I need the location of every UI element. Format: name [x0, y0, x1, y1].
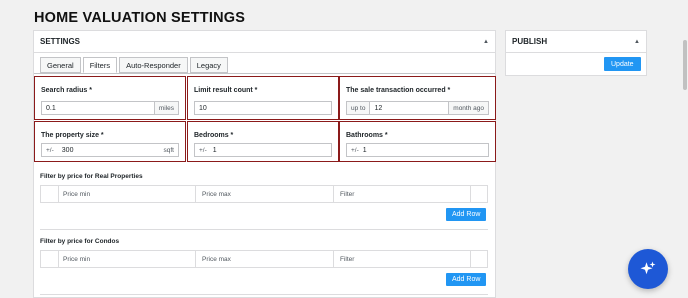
caret-up-icon[interactable]: ▲: [634, 39, 640, 45]
page-title: HOME VALUATION SETTINGS: [34, 10, 246, 26]
limit-result-field[interactable]: 10: [194, 101, 332, 115]
sale-transaction-label: The sale transaction occurred *: [346, 87, 451, 94]
settings-tabs: General Filters Auto-Responder Legacy: [40, 57, 228, 73]
scrollbar-thumb[interactable]: [683, 40, 687, 90]
search-radius-group: Search radius * 0.1 miles: [34, 76, 186, 120]
section-divider: [40, 229, 488, 230]
update-button[interactable]: Update: [604, 57, 641, 71]
property-size-unit: sqft: [159, 144, 178, 156]
table-actions-cell: [471, 186, 487, 202]
tab-auto-responder[interactable]: Auto-Responder: [119, 57, 188, 73]
column-price-min: Price min: [59, 251, 196, 267]
limit-result-group: Limit result count * 10: [187, 76, 339, 120]
tabs-divider: [34, 73, 495, 74]
search-radius-value[interactable]: 0.1: [42, 105, 154, 112]
limit-result-label: Limit result count *: [194, 87, 258, 94]
bathrooms-prefix: +/-: [351, 146, 359, 154]
sparkle-icon: [640, 261, 656, 275]
search-radius-label: Search radius *: [41, 87, 92, 94]
property-size-prefix: +/-: [46, 146, 54, 154]
caret-up-icon[interactable]: ▲: [483, 39, 489, 45]
bedrooms-label: Bedrooms *: [194, 132, 234, 139]
bathrooms-value[interactable]: 1: [359, 147, 488, 154]
assistant-fab-button[interactable]: [628, 249, 668, 289]
bedrooms-prefix: +/-: [199, 146, 207, 154]
limit-result-value[interactable]: 10: [195, 105, 331, 112]
bedrooms-field[interactable]: +/- 1: [194, 143, 332, 157]
settings-panel-title: SETTINGS: [40, 37, 81, 46]
bedrooms-group: Bedrooms * +/- 1: [187, 121, 339, 162]
property-size-field[interactable]: +/- 300 sqft: [41, 143, 179, 157]
condos-title: Filter by price for Condos: [40, 238, 120, 245]
section-divider: [40, 294, 488, 295]
column-filter: Filter: [334, 186, 471, 202]
sale-transaction-unit: month ago: [448, 102, 488, 114]
real-properties-title: Filter by price for Real Properties: [40, 173, 143, 180]
table-row-handle: [41, 186, 59, 202]
column-price-max: Price max: [196, 186, 334, 202]
bedrooms-value[interactable]: 1: [207, 147, 331, 154]
column-price-min: Price min: [59, 186, 196, 202]
settings-panel-header[interactable]: SETTINGS ▲: [34, 31, 495, 53]
property-size-value[interactable]: 300: [54, 147, 160, 154]
sale-transaction-field[interactable]: up to 12 month ago: [346, 101, 489, 115]
sale-transaction-value[interactable]: 12: [370, 105, 448, 112]
publish-panel-header[interactable]: PUBLISH ▲: [506, 31, 646, 53]
tab-filters[interactable]: Filters: [82, 57, 118, 73]
sale-transaction-prefix: up to: [347, 102, 371, 114]
add-row-button[interactable]: Add Row: [446, 208, 487, 221]
property-size-group: The property size * +/- 300 sqft: [34, 121, 186, 162]
publish-panel-title: PUBLISH: [512, 37, 548, 46]
bathrooms-group: Bathrooms * +/- 1: [339, 121, 496, 162]
column-price-max: Price max: [196, 251, 334, 267]
table-actions-cell: [471, 251, 487, 267]
property-size-label: The property size *: [41, 132, 104, 139]
bathrooms-label: Bathrooms *: [346, 132, 388, 139]
tab-general[interactable]: General: [40, 57, 81, 73]
condos-table: Price min Price max Filter: [40, 250, 488, 268]
add-row-button[interactable]: Add Row: [446, 273, 487, 286]
tab-legacy[interactable]: Legacy: [189, 57, 228, 73]
table-row-handle: [41, 251, 59, 267]
search-radius-field[interactable]: 0.1 miles: [41, 101, 179, 115]
settings-panel: SETTINGS ▲ General Filters Auto-Responde…: [33, 30, 496, 298]
sale-transaction-group: The sale transaction occurred * up to 12…: [339, 76, 496, 120]
real-properties-table: Price min Price max Filter: [40, 185, 488, 203]
bathrooms-field[interactable]: +/- 1: [346, 143, 489, 157]
search-radius-unit: miles: [153, 102, 178, 114]
publish-panel: PUBLISH ▲ Update: [505, 30, 647, 76]
column-filter: Filter: [334, 251, 471, 267]
